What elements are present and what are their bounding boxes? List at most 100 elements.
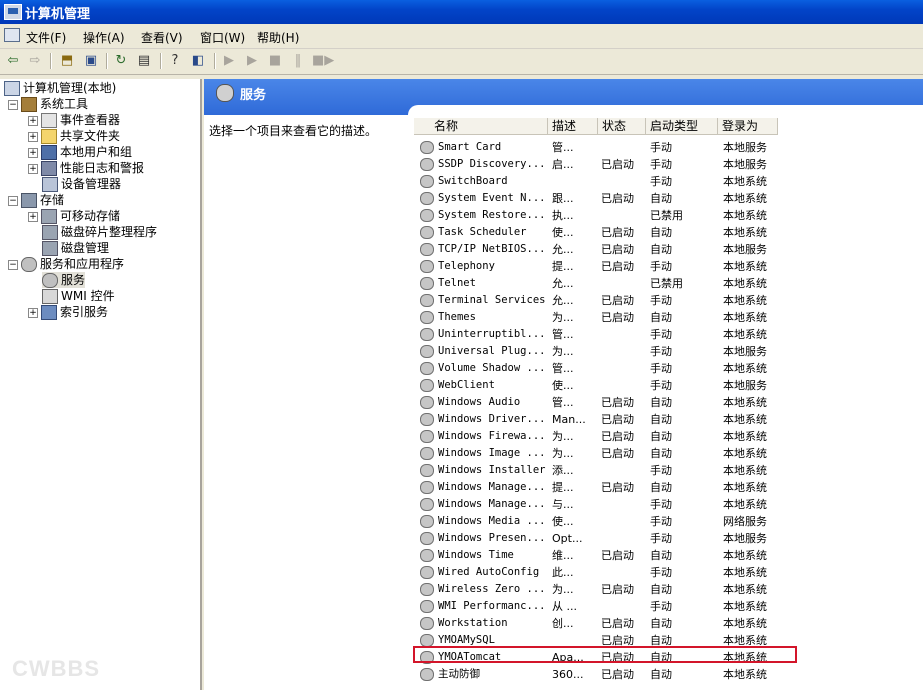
- table-row[interactable]: Windows Audio 管... 已启动 自动 本地系统: [414, 394, 923, 411]
- menu-view[interactable]: 查看(V): [141, 29, 183, 46]
- tree-node-wmi[interactable]: WMI 控件: [42, 288, 115, 304]
- menu-help[interactable]: 帮助(H): [257, 29, 299, 46]
- tree-node-root[interactable]: 计算机管理(本地): [4, 80, 116, 96]
- table-row[interactable]: TCP/IP NetBIOS... 允... 已启动 自动 本地服务: [414, 241, 923, 258]
- tree-node-shared-folders[interactable]: + 共享文件夹: [28, 128, 120, 144]
- table-row[interactable]: System Restore... 执... 已禁用 本地系统: [414, 207, 923, 224]
- expand-toggle[interactable]: +: [28, 131, 38, 142]
- service-startup-type: 手动: [650, 328, 672, 341]
- start-service2-icon[interactable]: ▶: [243, 52, 261, 70]
- stop-service-icon[interactable]: ■: [266, 52, 284, 70]
- service-startup-type: 自动: [650, 226, 672, 239]
- tree-node-services-apps[interactable]: − 服务和应用程序: [8, 256, 124, 272]
- table-row[interactable]: Wireless Zero ... 为... 已启动 自动 本地系统: [414, 581, 923, 598]
- table-row[interactable]: Windows Manage... 提... 已启动 自动 本地系统: [414, 479, 923, 496]
- menu-action[interactable]: 操作(A): [83, 29, 125, 46]
- users-icon: [41, 145, 57, 160]
- service-description: 为...: [552, 345, 574, 358]
- service-description: 为...: [552, 447, 574, 460]
- tree-node-system-tools[interactable]: − 系统工具: [8, 96, 88, 112]
- help-icon[interactable]: ?: [166, 52, 184, 70]
- collapse-toggle[interactable]: −: [8, 195, 18, 206]
- table-row[interactable]: Telephony 提... 已启动 手动 本地系统: [414, 258, 923, 275]
- table-row[interactable]: System Event N... 跟... 已启动 自动 本地系统: [414, 190, 923, 207]
- tree-node-indexing[interactable]: + 索引服务: [28, 304, 108, 320]
- forward-arrow-icon[interactable]: ⇨: [26, 52, 44, 70]
- table-row[interactable]: Telnet 允... 已禁用 本地系统: [414, 275, 923, 292]
- service-status: 已启动: [601, 158, 634, 171]
- tree-node-perf-logs[interactable]: + 性能日志和警报: [28, 160, 144, 176]
- table-row[interactable]: Windows Time 维... 已启动 自动 本地系统: [414, 547, 923, 564]
- service-description: 允...: [552, 277, 574, 290]
- service-logon-as: 本地系统: [723, 549, 767, 562]
- tree-node-storage[interactable]: − 存储: [8, 192, 64, 208]
- tree-node-removable-storage[interactable]: + 可移动存储: [28, 208, 120, 224]
- column-header-status[interactable]: 状态: [598, 118, 646, 135]
- service-logon-as: 本地系统: [723, 192, 767, 205]
- tree-node-services[interactable]: 服务: [42, 272, 86, 288]
- service-status: 已启动: [601, 226, 634, 239]
- service-name: Workstation: [438, 617, 508, 629]
- column-header-name[interactable]: 名称: [414, 118, 548, 135]
- table-row[interactable]: SSDP Discovery... 启... 已启动 手动 本地服务: [414, 156, 923, 173]
- start-service-icon[interactable]: ▶: [220, 52, 238, 70]
- export-list-icon[interactable]: ▤: [135, 52, 153, 70]
- up-folder-icon[interactable]: ⬒: [58, 52, 76, 70]
- table-row[interactable]: Task Scheduler 使... 已启动 自动 本地系统: [414, 224, 923, 241]
- table-row[interactable]: Windows Manage... 与... 手动 本地系统: [414, 496, 923, 513]
- table-row[interactable]: SwitchBoard 手动 本地系统: [414, 173, 923, 190]
- table-row[interactable]: Windows Media ... 使... 手动 网络服务: [414, 513, 923, 530]
- table-row[interactable]: Windows Driver... Man... 已启动 自动 本地系统: [414, 411, 923, 428]
- table-row[interactable]: 主动防御 360... 已启动 自动 本地系统: [414, 666, 923, 683]
- show-tree-icon[interactable]: ▣: [82, 52, 100, 70]
- service-logon-as: 本地系统: [723, 600, 767, 613]
- service-startup-type: 手动: [650, 464, 672, 477]
- table-row[interactable]: Uninterruptibl... 管... 手动 本地系统: [414, 326, 923, 343]
- table-row[interactable]: Volume Shadow ... 管... 手动 本地系统: [414, 360, 923, 377]
- tree-node-event-viewer[interactable]: + 事件查看器: [28, 112, 120, 128]
- table-row[interactable]: Universal Plug... 为... 手动 本地服务: [414, 343, 923, 360]
- service-logon-as: 本地系统: [723, 396, 767, 409]
- table-row[interactable]: Windows Installer 添... 手动 本地系统: [414, 462, 923, 479]
- collapse-toggle[interactable]: −: [8, 259, 18, 270]
- table-row[interactable]: Terminal Services 允... 已启动 手动 本地系统: [414, 292, 923, 309]
- column-header-description[interactable]: 描述: [548, 118, 598, 135]
- service-name: TCP/IP NetBIOS...: [438, 243, 546, 255]
- service-name: Windows Manage...: [438, 481, 546, 493]
- service-status: 已启动: [601, 192, 634, 205]
- shared-folder-icon: [41, 129, 57, 144]
- service-startup-type: 手动: [650, 566, 672, 579]
- tree-node-device-manager[interactable]: 设备管理器: [42, 176, 121, 192]
- tree-node-disk-management[interactable]: 磁盘管理: [42, 240, 109, 256]
- table-row[interactable]: Workstation 创... 已启动 自动 本地系统: [414, 615, 923, 632]
- table-row[interactable]: Windows Presen... Opt... 手动 本地服务: [414, 530, 923, 547]
- table-row[interactable]: Wired AutoConfig 此... 手动 本地系统: [414, 564, 923, 581]
- restart-service-icon[interactable]: ■▶: [312, 52, 334, 70]
- menu-window[interactable]: 窗口(W): [200, 29, 245, 46]
- window-title: 计算机管理: [25, 7, 91, 22]
- table-row[interactable]: Windows Image ... 为... 已启动 自动 本地系统: [414, 445, 923, 462]
- table-row[interactable]: Windows Firewa... 为... 已启动 自动 本地系统: [414, 428, 923, 445]
- expand-toggle[interactable]: +: [28, 163, 38, 174]
- tree-node-defrag[interactable]: 磁盘碎片整理程序: [42, 224, 157, 240]
- pause-service-icon[interactable]: ‖: [289, 52, 307, 70]
- collapse-toggle[interactable]: −: [8, 99, 18, 110]
- refresh-icon[interactable]: ↻: [112, 52, 130, 70]
- properties-icon[interactable]: ◧: [189, 52, 207, 70]
- table-row[interactable]: WebClient 使... 手动 本地服务: [414, 377, 923, 394]
- table-row[interactable]: Smart Card 管... 手动 本地服务: [414, 139, 923, 156]
- back-arrow-icon[interactable]: ⇦: [4, 52, 22, 70]
- column-header-logon-as[interactable]: 登录为: [718, 118, 778, 135]
- table-row[interactable]: Themes 为... 已启动 自动 本地系统: [414, 309, 923, 326]
- tree-node-local-users[interactable]: + 本地用户和组: [28, 144, 132, 160]
- table-row[interactable]: WMI Performanc... 从 ... 手动 本地系统: [414, 598, 923, 615]
- watermark: CWBBS: [12, 656, 101, 681]
- expand-toggle[interactable]: +: [28, 211, 38, 222]
- expand-toggle[interactable]: +: [28, 307, 38, 318]
- column-header-startup-type[interactable]: 启动类型: [646, 118, 718, 135]
- menu-file[interactable]: 文件(F): [26, 29, 66, 46]
- system-menu-icon[interactable]: [4, 28, 20, 42]
- service-logon-as: 本地系统: [723, 566, 767, 579]
- expand-toggle[interactable]: +: [28, 115, 38, 126]
- expand-toggle[interactable]: +: [28, 147, 38, 158]
